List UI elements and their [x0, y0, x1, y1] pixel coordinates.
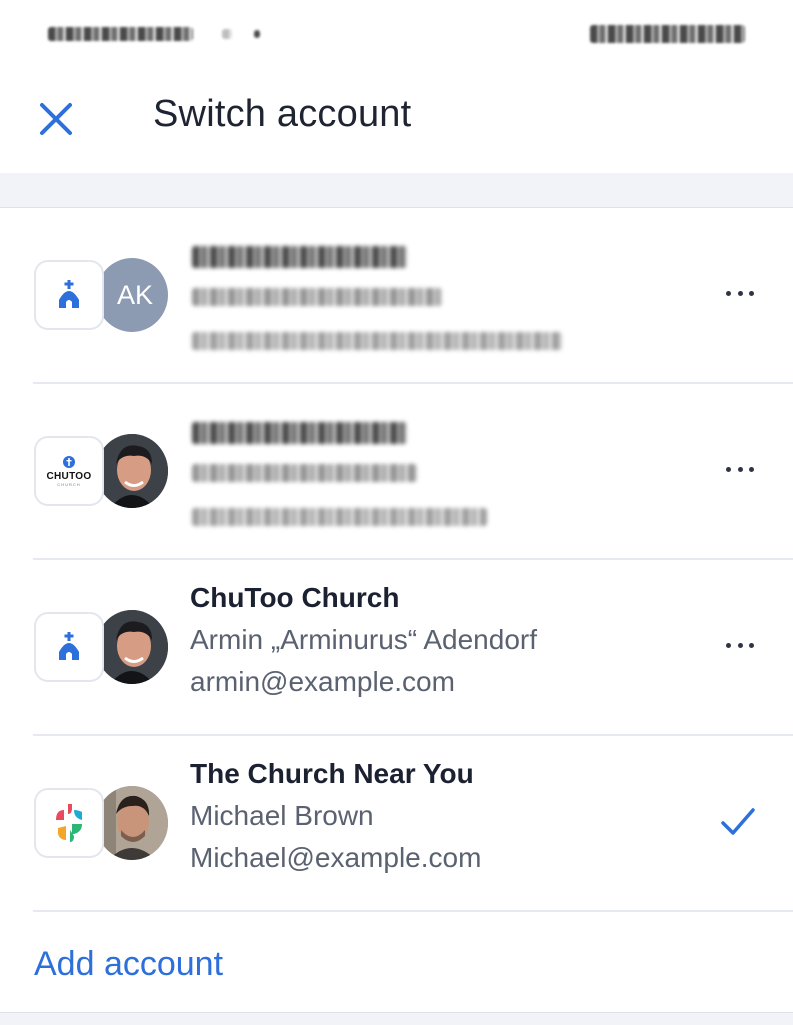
more-icon — [726, 466, 731, 472]
email-blurred — [192, 332, 562, 350]
user-email: Michael@example.com — [190, 842, 482, 873]
email-blurred — [192, 508, 487, 526]
chutoo-logo-mark-icon — [62, 456, 75, 468]
logo-text: CHUTOO — [46, 471, 92, 482]
more-options-button[interactable] — [720, 457, 760, 481]
org-name: The Church Near You — [190, 758, 474, 789]
avatar — [96, 786, 168, 860]
user-name: Michael Brown — [190, 800, 374, 831]
user-photo-icon — [96, 434, 168, 508]
org-logo: CHUTOO CHURCH — [34, 436, 104, 506]
status-bar — [0, 0, 793, 65]
status-dot — [254, 30, 260, 38]
org-logo — [34, 260, 104, 330]
org-name: ChuToo Church — [190, 582, 400, 613]
user-name-blurred — [192, 288, 442, 306]
account-list: AK CHUTOO CHURCH ChuToo Church Armin „Ar… — [0, 208, 793, 912]
account-row[interactable]: ChuToo Church Armin „Arminurus“ Adendorf… — [0, 560, 793, 736]
selected-check — [716, 800, 760, 844]
org-name-blurred — [192, 422, 407, 444]
checkmark-icon — [721, 808, 755, 835]
user-name: Armin „Arminurus“ Adendorf — [190, 624, 538, 655]
org-name-blurred — [192, 246, 407, 268]
more-icon — [726, 642, 731, 648]
row-divider — [33, 910, 793, 912]
close-button[interactable] — [32, 95, 80, 143]
org-logo — [34, 612, 104, 682]
more-icon — [726, 290, 731, 296]
account-row-selected[interactable]: The Church Near You Michael Brown Michae… — [0, 736, 793, 912]
chutoo-logo: CHUTOO CHURCH — [47, 455, 92, 487]
avatar — [96, 610, 168, 684]
add-account-button[interactable]: Add account — [34, 945, 223, 984]
org-logo — [34, 788, 104, 858]
status-time-blurred — [48, 27, 193, 41]
more-options-button[interactable] — [720, 633, 760, 657]
user-email: armin@example.com — [190, 666, 455, 697]
church-icon — [59, 632, 79, 660]
avatar-initials: AK — [116, 279, 154, 310]
logo-subtext: CHURCH — [57, 482, 81, 487]
user-photo-icon — [96, 610, 168, 684]
avatar: AK — [96, 258, 168, 332]
section-divider — [0, 173, 793, 208]
account-row[interactable]: AK — [0, 208, 793, 384]
avatar — [96, 434, 168, 508]
status-dot — [222, 29, 232, 39]
close-icon — [40, 103, 72, 135]
user-photo-icon — [96, 786, 168, 860]
church-cross-logo-icon — [56, 804, 82, 842]
account-row[interactable]: CHUTOO CHURCH — [0, 384, 793, 560]
page-title: Switch account — [153, 93, 412, 135]
church-icon — [59, 280, 79, 308]
more-options-button[interactable] — [720, 281, 760, 305]
status-icons-blurred — [590, 25, 745, 43]
app-header: Switch account — [0, 65, 793, 173]
bottom-divider — [0, 1012, 793, 1025]
user-name-blurred — [192, 464, 417, 482]
